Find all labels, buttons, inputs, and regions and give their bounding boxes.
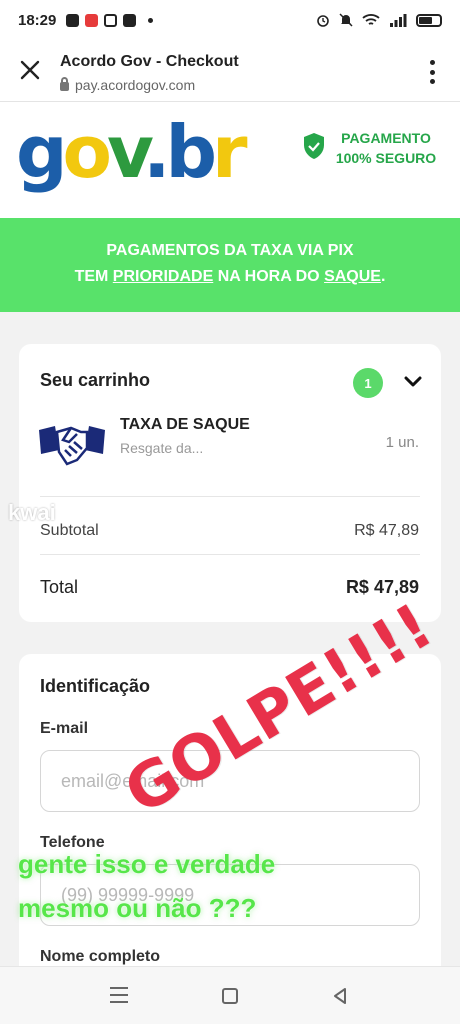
banner-line1: PAGAMENTOS DA TAXA VIA PIX <box>106 242 354 259</box>
banner-line2: TEM PRIORIDADE NA HORA DO SAQUE. <box>0 264 460 290</box>
logo-letter: b <box>165 110 216 194</box>
secure-line1: PAGAMENTO <box>341 130 431 146</box>
status-bar: 18:29 <box>0 0 460 40</box>
name-label: Nome completo <box>40 948 161 965</box>
kwai-watermark: kwai <box>8 500 56 525</box>
banner-text: NA HORA DO <box>213 268 325 285</box>
cart-count-badge: 1 <box>353 368 383 398</box>
battery-level <box>419 16 433 24</box>
secure-line2: 100% SEGURO <box>335 150 437 166</box>
close-icon[interactable] <box>18 58 42 82</box>
shield-check-icon <box>304 133 324 159</box>
pix-priority-banner: PAGAMENTOS DA TAXA VIA PIX TEM PRIORIDAD… <box>0 218 460 312</box>
mute-icon <box>339 13 353 27</box>
logo-letter: v <box>107 110 148 194</box>
cart-title: Seu carrinho <box>40 370 151 390</box>
browser-title: Acordo Gov - Checkout <box>60 53 239 70</box>
cart-card: Seu carrinho 1 TAXA DE SAQUE Resgate da.… <box>19 344 441 622</box>
gov-br-logo[interactable]: gov.br <box>16 106 247 198</box>
item-description: Resgate da... <box>120 440 204 456</box>
secure-payment-badge: PAGAMENTO 100% SEGURO <box>330 128 442 168</box>
subtotal-value: R$ 47,89 <box>354 522 419 539</box>
banner-text: TEM <box>74 268 113 285</box>
logo-letter: o <box>62 110 113 194</box>
logo-letter: g <box>16 110 67 194</box>
banner-text: . <box>380 268 386 285</box>
divider <box>40 496 420 497</box>
site-header: gov.br PAGAMENTO 100% SEGURO <box>0 102 460 218</box>
handshake-icon <box>39 426 105 466</box>
item-quantity: 1 un. <box>385 434 419 451</box>
address-bar[interactable]: pay.acordogov.com <box>60 77 195 93</box>
dot-icon <box>148 17 154 23</box>
more-options-icon[interactable] <box>430 60 436 84</box>
browser-toolbar: Acordo Gov - Checkout pay.acordogov.com <box>0 40 460 102</box>
url-text: pay.acordogov.com <box>75 77 196 93</box>
app-icon <box>85 13 99 27</box>
back-button[interactable] <box>330 986 350 1006</box>
system-icons <box>316 13 442 27</box>
signal-icon <box>390 14 407 27</box>
status-time: 18:29 <box>18 11 57 29</box>
home-button[interactable] <box>222 988 238 1004</box>
form-title: Identificação <box>40 676 151 696</box>
divider <box>40 554 420 555</box>
tiktok-icon <box>104 13 118 27</box>
banner-underline-prioridade: PRIORIDADE <box>112 268 214 285</box>
battery-icon <box>416 13 442 27</box>
notification-icons <box>66 13 154 27</box>
app-icon <box>123 13 137 27</box>
user-comment-overlay: gente isso e verdade mesmo ou não ??? <box>18 849 276 923</box>
banner-underline-saque: SAQUE <box>324 268 381 285</box>
chat-icon <box>66 13 80 27</box>
chevron-down-icon[interactable] <box>403 372 423 392</box>
recent-apps-button[interactable] <box>110 987 128 1003</box>
total-label: Total <box>40 577 79 597</box>
lock-icon <box>60 77 69 91</box>
item-name: TAXA DE SAQUE <box>120 416 250 433</box>
wifi-icon <box>362 14 380 25</box>
logo-letter: . <box>143 110 170 194</box>
logo-letter: r <box>211 110 247 194</box>
email-label: E-mail <box>40 720 89 737</box>
android-nav-bar <box>0 966 460 1024</box>
alarm-icon <box>317 15 329 27</box>
